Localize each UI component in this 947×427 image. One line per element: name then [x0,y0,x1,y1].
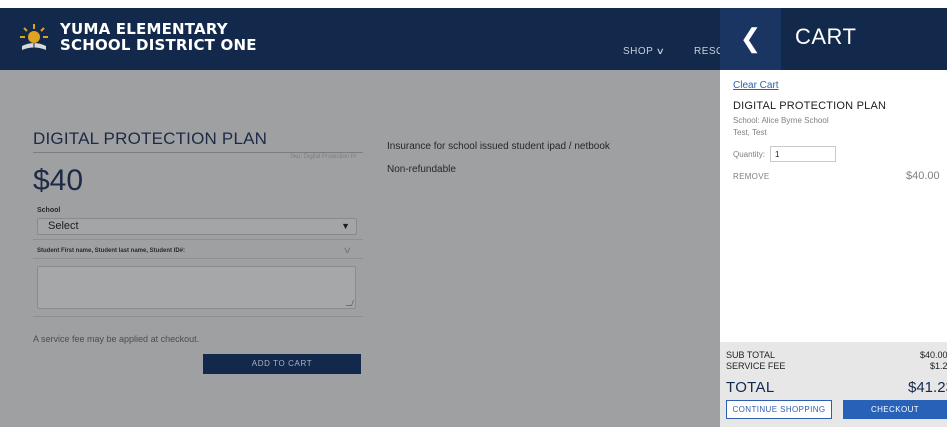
cart-item-name: DIGITAL PROTECTION PLAN [733,100,887,112]
chevron-down-icon: ▼ [341,221,350,231]
service-fee-value: $1.23 [930,361,947,371]
divider [33,258,363,259]
cart-item-school: School: Alice Byrne School [733,116,829,125]
school-label: School [37,207,61,214]
brand-line-1: YUMA ELEMENTARY [60,20,228,38]
school-sun-logo-icon[interactable] [18,22,50,54]
service-fee-label: SERVICE FEE [726,361,786,371]
nav-shop[interactable]: SHOP ∨ [623,46,666,57]
service-fee-note: A service fee may be applied at checkout… [33,334,200,344]
cart-header: ❮ CART [720,8,947,70]
resize-handle-icon[interactable] [345,300,355,306]
chevron-down-icon[interactable]: ∨ [342,245,352,256]
product-page-overlay[interactable]: DIGITAL PROTECTION PLAN Sku: Digital Pro… [0,70,720,427]
continue-shopping-button[interactable]: CONTINUE SHOPPING [726,400,832,419]
product-title: DIGITAL PROTECTION PLAN [33,129,363,153]
subtotal-label: SUB TOTAL [726,350,776,360]
add-to-cart-button[interactable]: ADD TO CART [203,354,361,374]
divider [33,239,363,240]
school-select-value: Select [48,220,79,232]
cart-title: CART [795,24,857,49]
checkout-button[interactable]: CHECKOUT [843,400,947,419]
total-value: $41.23 [908,379,947,396]
product-description-line-1: Insurance for school issued student ipad… [387,141,610,152]
divider [33,316,363,317]
remove-item-link[interactable]: REMOVE [733,172,769,181]
school-select[interactable]: Select ▼ [37,218,357,235]
student-info-label: Student First name, Student last name, S… [37,248,186,254]
cart-item-student: Test, Test [733,128,767,137]
total-label: TOTAL [726,379,775,396]
nav-shop-label: SHOP [623,46,654,57]
quantity-input[interactable]: 1 [770,146,836,162]
product-price: $40 [33,164,84,197]
clear-cart-link[interactable]: Clear Cart [733,80,779,91]
cart-drawer: ❮ CART Clear Cart DIGITAL PROTECTION PLA… [720,8,947,427]
subtotal-value: $40.00 [920,350,947,360]
brand-line-2: SCHOOL DISTRICT ONE [60,36,257,54]
chevron-left-icon[interactable]: ❮ [720,8,781,70]
cart-totals: SUB TOTAL $40.00 SERVICE FEE $1.23 TOTAL… [720,342,947,427]
product-sku: Sku: Digital Protection Pl [290,154,357,160]
brand-name[interactable]: YUMA ELEMENTARY SCHOOL DISTRICT ONE [60,21,257,53]
chevron-down-icon: ∨ [655,46,666,56]
cart-item-price: $40.00 [906,170,940,182]
student-info-textarea[interactable] [37,266,356,309]
product-description-line-2: Non-refundable [387,164,456,175]
top-strip [0,0,947,8]
quantity-label: Quantity: [733,150,766,159]
